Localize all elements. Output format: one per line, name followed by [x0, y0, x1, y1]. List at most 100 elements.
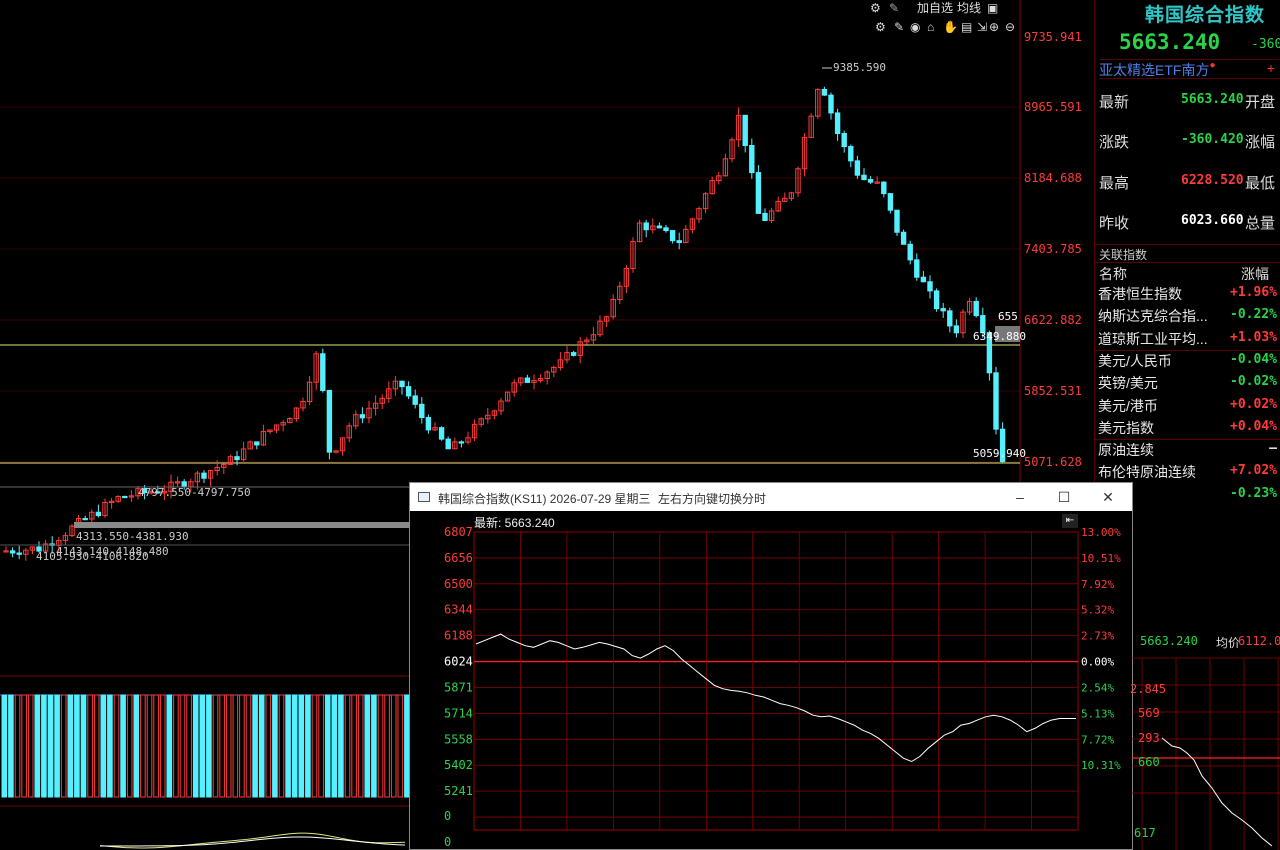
add-watch-button[interactable]: 加自选	[917, 0, 953, 16]
minimize-button[interactable]: –	[1010, 487, 1030, 507]
indicator-bar	[60, 694, 67, 798]
mini-tick: 293	[1138, 731, 1160, 745]
pen-icon[interactable]: ✎	[889, 0, 899, 16]
mini-tick: 569	[1138, 706, 1160, 720]
left-axis-label: 5558	[444, 732, 473, 746]
etf-name[interactable]: 亚太精选ETF南方	[1099, 62, 1209, 78]
related-change: +0.04%	[1230, 418, 1277, 434]
indicator-bar	[186, 694, 192, 798]
candle	[617, 281, 623, 305]
indicator-bar	[212, 694, 219, 798]
related-row[interactable]: 香港恒生指数 +1.96%	[1097, 284, 1279, 306]
candle	[386, 381, 392, 403]
related-row[interactable]: 美元/港币 +0.02%	[1097, 396, 1279, 418]
eye-icon[interactable]: ◉	[910, 19, 920, 35]
related-row[interactable]: 美元指数 +0.04%	[1097, 418, 1279, 440]
etf-link[interactable]: 亚太精选ETF南方● +	[1099, 59, 1279, 79]
price-annotation: 4797.550-4797.750	[138, 486, 251, 499]
candle	[623, 265, 630, 294]
indicator-bar	[324, 694, 331, 798]
candle	[89, 509, 95, 522]
gear-icon[interactable]: ⚙	[875, 19, 886, 35]
window-titlebar[interactable]: 韩国综合指数(KS11) 2026-07-29 星期三 左右方向键切换分时 – …	[410, 483, 1132, 511]
indicator-bar	[74, 694, 80, 798]
candle	[115, 495, 121, 504]
candle	[491, 409, 498, 420]
indicator-bar	[146, 694, 153, 798]
dot-icon: ●	[1209, 60, 1216, 71]
indicator-bar	[278, 694, 285, 798]
candle	[669, 230, 676, 244]
related-row[interactable]: 原油连续 —	[1097, 440, 1279, 462]
related-change: +1.03%	[1230, 329, 1277, 345]
indicator-bar	[87, 694, 93, 798]
zoom-in-icon[interactable]: ⊕	[989, 19, 999, 35]
related-row[interactable]: 纳斯达克综合指... -0.22%	[1097, 306, 1279, 328]
candle	[834, 108, 841, 141]
intraday-window[interactable]: 韩国综合指数(KS11) 2026-07-29 星期三 左右方向键切换分时 – …	[409, 482, 1133, 850]
right-axis-label: 5.13%	[1081, 707, 1114, 720]
indicator-bar	[377, 694, 384, 798]
print-icon[interactable]: ▣	[987, 0, 998, 16]
left-axis-label: 6656	[444, 551, 473, 565]
candle	[900, 229, 907, 245]
candle	[788, 191, 795, 201]
candle	[795, 166, 801, 197]
related-row[interactable]: 道琼斯工业平均... +1.03%	[1097, 329, 1279, 351]
mini-tick: 2.845	[1130, 682, 1167, 696]
price-annotation: 4313.550-4381.930	[76, 530, 189, 543]
related-name: 香港恒生指数	[1098, 286, 1182, 302]
left-axis-label: 6807	[444, 525, 473, 539]
candle	[359, 407, 366, 424]
col-name: 名称	[1099, 266, 1127, 282]
grid-icon[interactable]: ▤	[961, 19, 972, 35]
indicator-bar	[371, 694, 377, 798]
related-name: 道琼斯工业平均...	[1098, 330, 1208, 347]
candle	[808, 113, 814, 139]
trash-icon[interactable]: ⌂	[927, 19, 934, 35]
candle	[29, 546, 36, 555]
pen-icon[interactable]: ✎	[894, 19, 904, 35]
window-title: 韩国综合指数(KS11) 2026-07-29 星期三	[438, 492, 651, 506]
indicator-bar	[80, 694, 87, 798]
indicator-bar	[1, 694, 8, 798]
price-axis-label: 6622.882	[1024, 313, 1082, 327]
indicator-bar	[21, 694, 27, 798]
candle	[564, 345, 570, 364]
candle	[636, 219, 643, 243]
related-row[interactable]: 美元/人民币 -0.04%	[1097, 351, 1279, 373]
left-axis-label: 0	[444, 809, 451, 823]
hand-icon[interactable]: ✋	[943, 19, 958, 35]
candle	[471, 419, 478, 442]
indicator-bar	[344, 694, 351, 798]
quote-tag: 涨幅	[1245, 134, 1276, 151]
candle	[881, 181, 887, 198]
related-name: 美元/人民币	[1098, 352, 1172, 369]
candle	[452, 437, 458, 450]
quote-label: 最新	[1099, 94, 1130, 111]
back-icon[interactable]: ⇤	[1062, 514, 1078, 528]
add-icon[interactable]: +	[1267, 60, 1275, 76]
left-axis-label: 6188	[444, 629, 473, 643]
candle	[339, 437, 346, 456]
candle	[557, 352, 564, 371]
settings-icon[interactable]: ⚙	[870, 0, 881, 16]
close-button[interactable]: ✕	[1098, 487, 1118, 507]
quote-row: 最新 5663.240 开盘	[1099, 91, 1279, 119]
candle	[742, 114, 748, 153]
indicator-bar	[27, 694, 34, 798]
related-row[interactable]: 英镑/美元 -0.02%	[1097, 373, 1279, 395]
indicator-bar	[159, 694, 166, 798]
indicator-bar	[318, 694, 324, 798]
indicator-bar	[41, 694, 47, 798]
zoom-out-icon[interactable]: ⊖	[1005, 19, 1015, 35]
related-header: 关联指数	[1095, 244, 1280, 262]
quote-tag: 开盘	[1245, 94, 1276, 111]
maximize-button[interactable]: ☐	[1054, 487, 1074, 507]
quote-label: 昨收	[1099, 215, 1130, 232]
intraday-chart[interactable]: 6807 6656 6500 6344 6188 6024 5871 5714 5558 5402…	[410, 512, 1132, 850]
indicator-bar	[199, 694, 206, 798]
ma-line-button[interactable]: 均线	[957, 0, 981, 16]
expand-icon[interactable]: ⇲	[977, 19, 987, 35]
col-change: 涨幅	[1241, 266, 1269, 282]
